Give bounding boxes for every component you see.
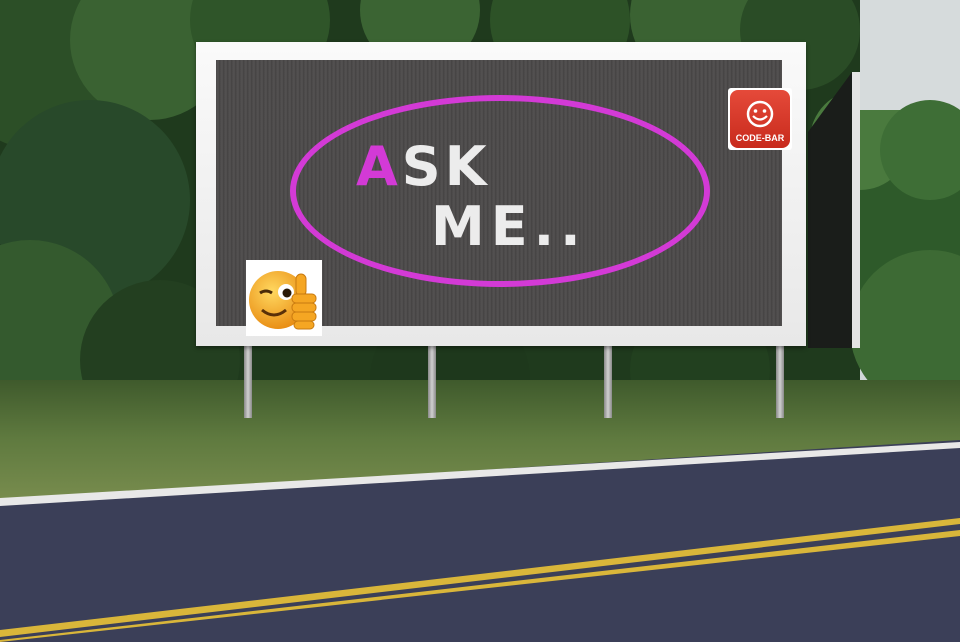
headline-line1-rest: SK: [401, 135, 491, 198]
headline-line1: ASK: [356, 140, 491, 194]
logo-text: CODE-BAR: [735, 133, 785, 143]
billboard-post: [776, 346, 784, 418]
emoji-sticker: [246, 260, 322, 336]
billboard: ASK ME.. CODE-BAR: [196, 42, 806, 346]
headline-first-letter: A: [356, 135, 402, 198]
road: [0, 440, 960, 642]
billboard-post: [244, 346, 252, 418]
code-bar-logo: CODE-BAR: [728, 88, 792, 150]
magenta-ellipse: [290, 95, 710, 287]
billboard-side-frame: [808, 72, 860, 348]
winking-thumbs-up-emoji-icon: [249, 271, 317, 330]
headline-line2: ME..: [431, 195, 587, 258]
billboard-post: [604, 346, 612, 418]
billboard-post: [428, 346, 436, 418]
smiley-icon: [746, 100, 774, 128]
billboard-screen: ASK ME.. CODE-BAR: [216, 60, 792, 336]
roadside-scene: ASK ME.. CODE-BAR: [0, 0, 960, 642]
logo-badge: CODE-BAR: [730, 90, 790, 148]
